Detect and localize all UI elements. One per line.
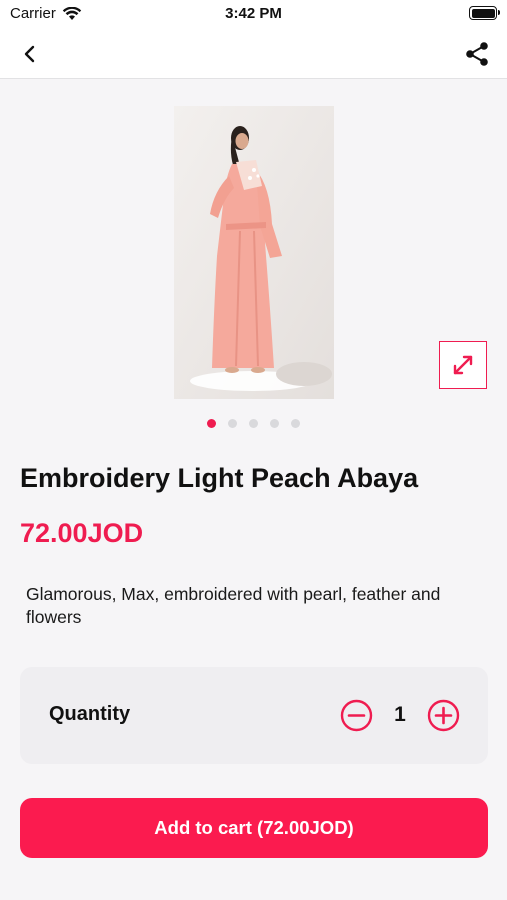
battery-icon xyxy=(469,6,500,20)
quantity-value: 1 xyxy=(394,703,406,726)
status-bar: Carrier 3:42 PM xyxy=(0,0,507,28)
minus-circle-icon xyxy=(340,699,373,732)
expand-image-button[interactable] xyxy=(439,341,487,389)
carousel-dot[interactable] xyxy=(207,419,216,428)
expand-arrows-icon xyxy=(453,355,473,375)
back-button[interactable] xyxy=(14,38,46,70)
product-title: Embroidery Light Peach Abaya xyxy=(20,463,419,493)
plus-circle-icon xyxy=(427,699,460,732)
increase-quantity-button[interactable] xyxy=(427,699,460,732)
product-image[interactable] xyxy=(174,106,334,399)
product-photo-abaya xyxy=(174,106,334,399)
battery-level xyxy=(471,8,495,18)
quantity-card: Quantity 1 xyxy=(20,667,488,764)
nav-bar xyxy=(0,28,507,79)
carousel-dots xyxy=(0,419,507,428)
add-to-cart-button[interactable]: Add to cart (72.00JOD) xyxy=(20,798,488,858)
share-icon xyxy=(466,42,488,66)
back-chevron-icon xyxy=(24,45,35,63)
share-button[interactable] xyxy=(461,38,493,70)
product-description: Glamorous, Max, embroidered with pearl, … xyxy=(26,584,441,627)
decrease-quantity-button[interactable] xyxy=(340,699,373,732)
status-time: 3:42 PM xyxy=(225,5,282,22)
carousel-dot[interactable] xyxy=(291,419,300,428)
quantity-label: Quantity xyxy=(49,703,131,725)
carousel-dot[interactable] xyxy=(270,419,279,428)
product-price: 72.00JOD xyxy=(20,518,144,548)
carousel-dot[interactable] xyxy=(228,419,237,428)
carousel-dot[interactable] xyxy=(249,419,258,428)
